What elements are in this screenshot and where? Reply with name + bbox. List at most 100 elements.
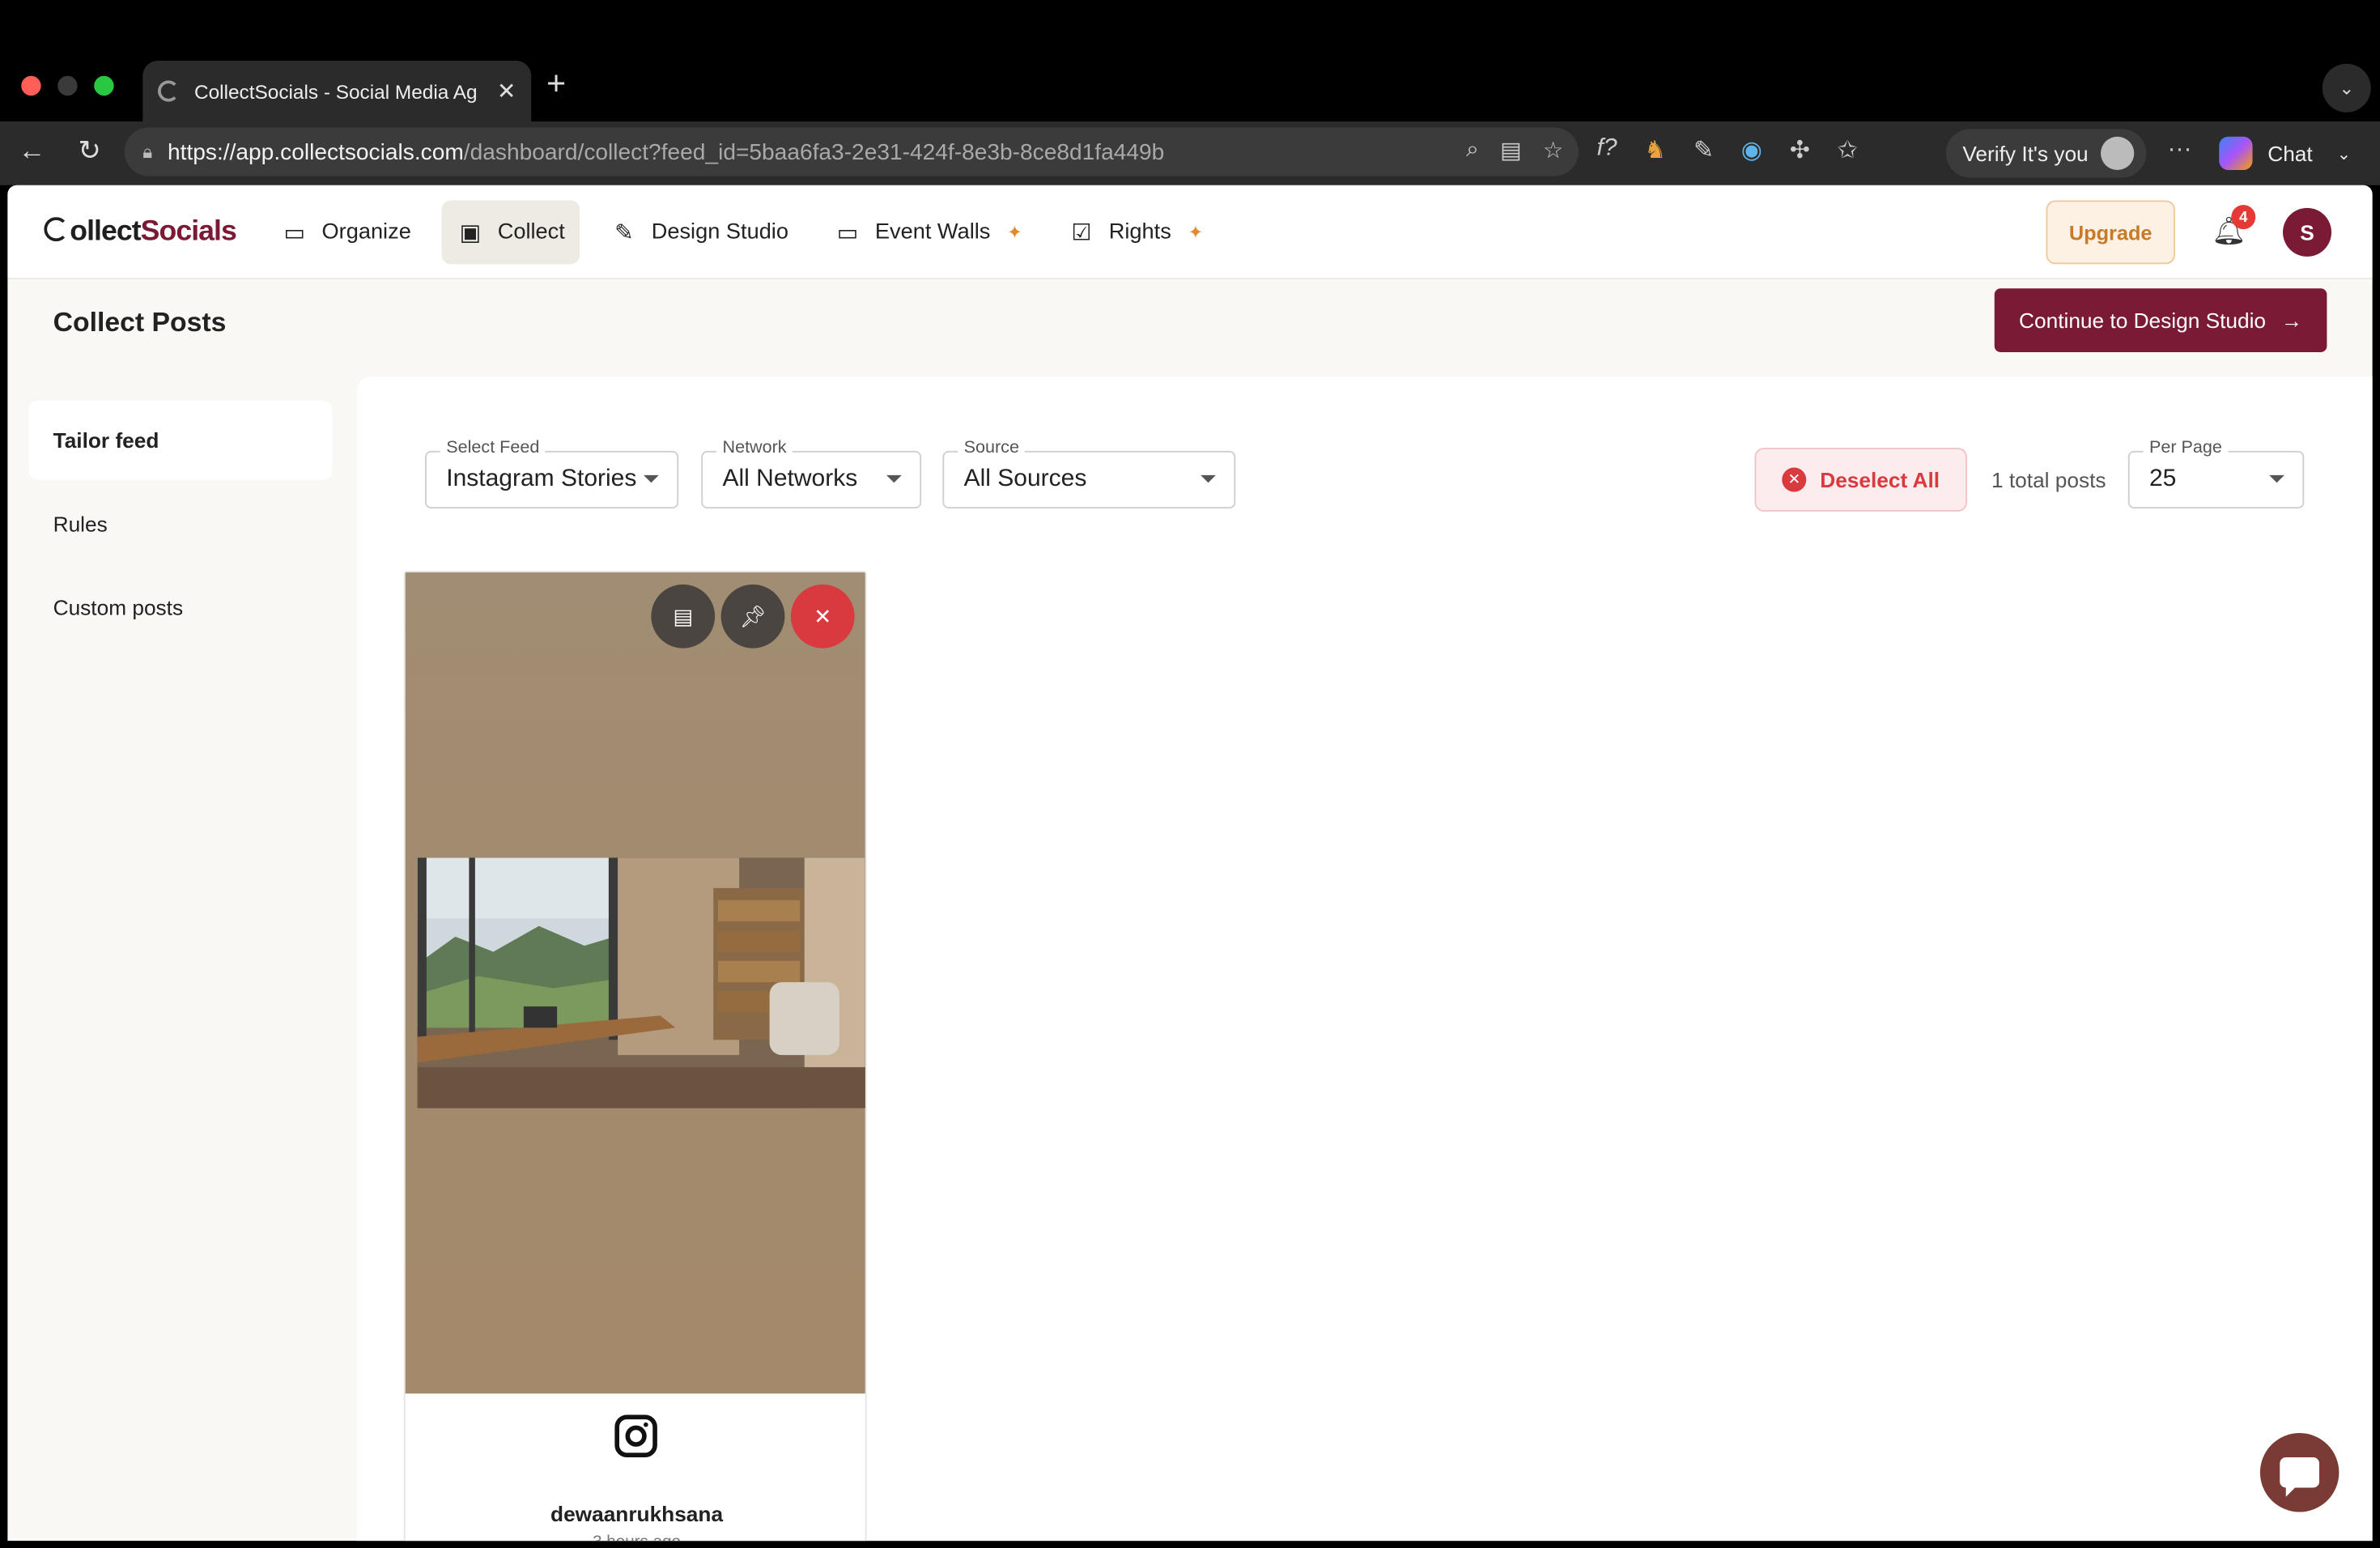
screen: CollectSocials - Social Media Ag ✕ + ⌄ ←… <box>0 0 2380 1548</box>
extensions-bar: f? ♞ ✎ ◉ ✣ ✩ <box>1597 135 1858 166</box>
maximize-window-button[interactable] <box>94 75 114 96</box>
notification-badge: 4 <box>2231 205 2256 230</box>
profile-button[interactable]: Verify It's you <box>1945 129 2146 178</box>
more-menu-icon[interactable]: ··· <box>2168 137 2192 164</box>
nav-label: Event Walls <box>874 219 991 245</box>
copilot-chat-button[interactable]: Chat ⌄ <box>2219 129 2351 177</box>
post-image <box>417 857 865 1108</box>
source-dropdown[interactable]: Source All Sources <box>942 438 1236 509</box>
nav-label: Rights <box>1108 219 1171 245</box>
main-nav: ▭ Organize ▣ Collect ✎ Design Studio ▭ E… <box>266 200 1218 265</box>
post-username: dewaanrukhsana <box>550 1501 724 1526</box>
sidebar-item-custom-posts[interactable]: Custom posts <box>29 568 333 647</box>
field-value: All Networks <box>722 466 858 492</box>
url-path: /dashboard/collect?feed_id=5baa6fa3-2e31… <box>463 138 1165 165</box>
continue-label: Continue to Design Studio <box>2019 308 2267 333</box>
nav-organize[interactable]: ▭ Organize <box>266 201 426 265</box>
field-label: Select Feed <box>440 438 546 457</box>
formula-extension-icon[interactable]: f? <box>1597 135 1617 166</box>
room-photo-illustration <box>417 857 865 1108</box>
edit-icon: ▤ <box>673 603 694 628</box>
arrow-right-icon: → <box>2280 308 2303 333</box>
upgrade-button[interactable]: Upgrade <box>2046 200 2175 265</box>
field-label: Source <box>958 438 1026 457</box>
pin-post-button[interactable]: 📌︎ <box>720 584 785 649</box>
color-extension-icon[interactable]: ◉ <box>1741 135 1762 166</box>
reader-icon[interactable]: ▤ <box>1500 137 1522 164</box>
chat-bubble-icon <box>2280 1457 2319 1497</box>
sparkle-icon: ✦ <box>1188 221 1204 243</box>
puzzle-icon[interactable]: ✣ <box>1790 135 1810 166</box>
copilot-icon <box>2219 136 2253 170</box>
field-value: 25 <box>2149 466 2177 492</box>
brush-icon: ✎ <box>614 219 634 246</box>
total-posts-count: 1 total posts <box>1991 467 2106 492</box>
support-chat-button[interactable] <box>2259 1433 2340 1512</box>
edit-post-button[interactable]: ▤ <box>651 584 716 649</box>
caret-down-icon <box>1201 474 1216 483</box>
app-header: ollectSocials ▭ Organize ▣ Collect ✎ Des… <box>7 185 2373 279</box>
field-label: Per Page <box>2143 438 2229 457</box>
profile-avatar <box>2100 136 2134 170</box>
address-bar[interactable]: 🔒︎ https://app.collectsocials.com/dashbo… <box>124 127 1579 176</box>
caret-down-icon <box>644 474 659 483</box>
collectsocials-logo[interactable]: ollectSocials <box>44 215 237 249</box>
select-feed-dropdown[interactable]: Select Feed Instagram Stories <box>425 438 679 509</box>
chevron-down-icon[interactable]: ⌄ <box>2337 143 2351 164</box>
per-page-dropdown[interactable]: Per Page 25 <box>2127 438 2305 509</box>
network-dropdown[interactable]: Network All Networks <box>701 438 922 509</box>
browser-tabstrip: CollectSocials - Social Media Ag ✕ + ⌄ <box>0 0 2380 121</box>
eyedropper-icon[interactable]: ✎ <box>1694 135 1714 166</box>
folder-icon: ▭ <box>283 219 306 246</box>
minimize-window-button[interactable] <box>57 75 78 96</box>
lock-icon: 🔒︎ <box>142 140 153 162</box>
window-controls <box>21 75 114 96</box>
caret-down-icon <box>886 474 902 483</box>
nav-event-walls[interactable]: ▭ Event Walls ✦ <box>818 201 1037 265</box>
address-bar-actions: ⌕ ▤ ☆ <box>1466 137 1563 164</box>
pin-icon: 📌︎ <box>739 603 767 628</box>
close-window-button[interactable] <box>21 75 41 96</box>
continue-to-design-studio-button[interactable]: Continue to Design Studio → <box>1994 288 2327 352</box>
web-page: ollectSocials ▭ Organize ▣ Collect ✎ Des… <box>7 185 2373 1542</box>
tab-title: CollectSocials - Social Media Ag <box>194 79 478 103</box>
page-title: Collect Posts <box>53 306 227 338</box>
post-media[interactable]: ▤ 📌︎ ✕ <box>405 572 865 1394</box>
zoom-icon[interactable]: ⌕ <box>1466 137 1479 164</box>
loading-icon <box>158 80 180 102</box>
nav-label: Collect <box>497 219 565 245</box>
nav-rights[interactable]: ☑ Rights ✦ <box>1052 201 1218 265</box>
gallery-icon: ▣ <box>459 219 482 246</box>
logo-text-accent: Socials <box>140 215 237 248</box>
remove-post-button[interactable]: ✕ <box>790 584 855 649</box>
collect-sidebar: Tailor feed Rules Custom posts <box>28 401 333 651</box>
extension-icon[interactable]: ♞ <box>1644 135 1666 166</box>
close-icon: ✕ <box>814 603 832 628</box>
nav-label: Organize <box>321 219 411 245</box>
back-icon[interactable]: ← <box>9 135 54 167</box>
rights-icon: ☑ <box>1071 219 1092 246</box>
nav-design-studio[interactable]: ✎ Design Studio <box>595 201 803 265</box>
instagram-icon <box>614 1414 657 1457</box>
favorite-star-icon[interactable]: ☆ <box>1543 137 1563 164</box>
user-avatar[interactable]: S <box>2283 207 2331 257</box>
deselect-all-button[interactable]: ✕ Deselect All <box>1754 448 1967 512</box>
tab-list-button[interactable]: ⌄ <box>2322 63 2371 113</box>
reload-icon[interactable]: ↻ <box>67 135 113 167</box>
post-timestamp: 3 hours ago <box>406 1533 865 1541</box>
monitor-icon: ▭ <box>836 219 859 246</box>
favorites-icon[interactable]: ✩ <box>1838 135 1858 166</box>
profile-label: Verify It's you <box>1962 141 2089 166</box>
nav-collect[interactable]: ▣ Collect <box>441 200 580 265</box>
new-tab-icon[interactable]: + <box>546 64 566 104</box>
url-host: https://app.collectsocials.com <box>167 138 464 165</box>
field-label: Network <box>716 438 793 457</box>
deselect-label: Deselect All <box>1820 467 1940 492</box>
sidebar-item-tailor-feed[interactable]: Tailor feed <box>28 401 333 480</box>
chat-label: Chat <box>2267 141 2313 166</box>
close-tab-icon[interactable]: ✕ <box>497 78 516 105</box>
sidebar-item-rules[interactable]: Rules <box>29 484 333 563</box>
browser-tab[interactable]: CollectSocials - Social Media Ag ✕ <box>142 61 532 121</box>
logo-text: ollect <box>70 215 141 248</box>
post-card[interactable]: ▤ 📌︎ ✕ dewaanrukhsana 3 hours ago <box>403 571 867 1542</box>
